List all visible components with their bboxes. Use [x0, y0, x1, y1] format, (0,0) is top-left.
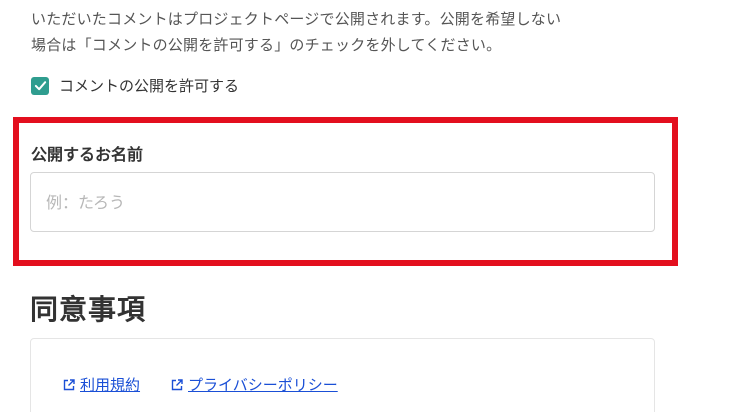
public-name-label: 公開するお名前 [31, 145, 144, 164]
check-icon [34, 81, 46, 91]
comment-permission-label: コメントの公開を許可する [59, 77, 240, 95]
agreement-links: 利用規約 プライバシーポリシー [62, 374, 338, 395]
terms-of-use-link[interactable]: 利用規約 [62, 374, 140, 395]
public-name-input[interactable] [30, 172, 655, 232]
privacy-policy-label: プライバシーポリシー [188, 376, 338, 394]
external-link-icon [63, 378, 75, 390]
comment-form-page: いただいたコメントはプロジェクトページで公開されます。公開を希望しない 場合は「… [0, 0, 736, 412]
agreement-section-title: 同意事項 [30, 293, 147, 326]
notice-line-2: 場合は「コメントの公開を許可する」のチェックを外してください。 [31, 36, 502, 54]
privacy-policy-link[interactable]: プライバシーポリシー [170, 374, 338, 395]
comment-notice: いただいたコメントはプロジェクトページで公開されます。公開を希望しない 場合は「… [31, 6, 671, 58]
comment-permission-checkbox[interactable] [31, 76, 49, 95]
external-link-icon [171, 378, 183, 390]
comment-permission-checkbox-row[interactable]: コメントの公開を許可する [31, 75, 239, 96]
terms-of-use-label: 利用規約 [80, 376, 141, 394]
notice-line-1: いただいたコメントはプロジェクトページで公開されます。公開を希望しない [31, 10, 562, 28]
